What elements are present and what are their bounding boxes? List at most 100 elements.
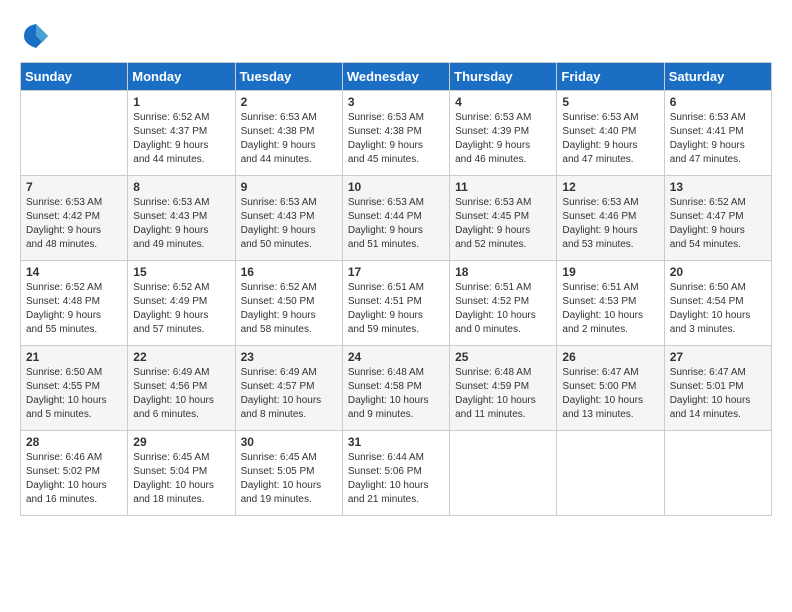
calendar-cell bbox=[557, 431, 664, 516]
day-number: 3 bbox=[348, 95, 444, 109]
logo bbox=[20, 20, 56, 52]
day-number: 31 bbox=[348, 435, 444, 449]
day-info: Sunrise: 6:51 AMSunset: 4:53 PMDaylight:… bbox=[562, 281, 658, 337]
day-info: Sunrise: 6:49 AMSunset: 4:57 PMDaylight:… bbox=[241, 366, 337, 422]
day-number: 27 bbox=[670, 350, 766, 364]
day-number: 6 bbox=[670, 95, 766, 109]
day-number: 12 bbox=[562, 180, 658, 194]
day-number: 8 bbox=[133, 180, 229, 194]
day-info: Sunrise: 6:53 AMSunset: 4:39 PMDaylight:… bbox=[455, 111, 551, 167]
day-number: 2 bbox=[241, 95, 337, 109]
calendar-cell: 6 Sunrise: 6:53 AMSunset: 4:41 PMDaylight… bbox=[664, 91, 771, 176]
page-header bbox=[20, 20, 772, 52]
day-info: Sunrise: 6:46 AMSunset: 5:02 PMDaylight:… bbox=[26, 451, 122, 507]
calendar-cell: 9 Sunrise: 6:53 AMSunset: 4:43 PMDaylight… bbox=[235, 176, 342, 261]
calendar-cell: 10 Sunrise: 6:53 AMSunset: 4:44 PMDayligh… bbox=[342, 176, 449, 261]
day-info: Sunrise: 6:48 AMSunset: 4:59 PMDaylight:… bbox=[455, 366, 551, 422]
day-number: 14 bbox=[26, 265, 122, 279]
day-info: Sunrise: 6:53 AMSunset: 4:38 PMDaylight:… bbox=[241, 111, 337, 167]
week-row-1: 1Sunrise: 6:52 AMSunset: 4:37 PMDaylight… bbox=[21, 91, 772, 176]
day-number: 26 bbox=[562, 350, 658, 364]
day-number: 19 bbox=[562, 265, 658, 279]
calendar-cell: 1Sunrise: 6:52 AMSunset: 4:37 PMDaylight… bbox=[128, 91, 235, 176]
calendar-cell: 5 Sunrise: 6:53 AMSunset: 4:40 PMDaylight… bbox=[557, 91, 664, 176]
day-number: 18 bbox=[455, 265, 551, 279]
calendar-cell: 14 Sunrise: 6:52 AMSunset: 4:48 PMDayligh… bbox=[21, 261, 128, 346]
calendar-cell: 15 Sunrise: 6:52 AMSunset: 4:49 PMDayligh… bbox=[128, 261, 235, 346]
day-info: Sunrise: 6:52 AMSunset: 4:48 PMDaylight:… bbox=[26, 281, 122, 337]
calendar-cell: 4 Sunrise: 6:53 AMSunset: 4:39 PMDaylight… bbox=[450, 91, 557, 176]
weekday-header-tuesday: Tuesday bbox=[235, 63, 342, 91]
week-row-4: 21 Sunrise: 6:50 AMSunset: 4:55 PMDayligh… bbox=[21, 346, 772, 431]
calendar-cell: 3Sunrise: 6:53 AMSunset: 4:38 PMDaylight… bbox=[342, 91, 449, 176]
day-info: Sunrise: 6:52 AMSunset: 4:37 PMDaylight:… bbox=[133, 111, 229, 167]
weekday-header-monday: Monday bbox=[128, 63, 235, 91]
day-info: Sunrise: 6:52 AMSunset: 4:49 PMDaylight:… bbox=[133, 281, 229, 337]
calendar-cell: 31 Sunrise: 6:44 AMSunset: 5:06 PMDayligh… bbox=[342, 431, 449, 516]
calendar-cell bbox=[21, 91, 128, 176]
calendar-cell: 26 Sunrise: 6:47 AMSunset: 5:00 PMDayligh… bbox=[557, 346, 664, 431]
day-info: Sunrise: 6:47 AMSunset: 5:00 PMDaylight:… bbox=[562, 366, 658, 422]
calendar-table: SundayMondayTuesdayWednesdayThursdayFrid… bbox=[20, 62, 772, 516]
day-number: 30 bbox=[241, 435, 337, 449]
day-number: 16 bbox=[241, 265, 337, 279]
calendar-cell: 24Sunrise: 6:48 AMSunset: 4:58 PMDayligh… bbox=[342, 346, 449, 431]
day-number: 22 bbox=[133, 350, 229, 364]
calendar-cell bbox=[664, 431, 771, 516]
week-row-2: 7 Sunrise: 6:53 AMSunset: 4:42 PMDaylight… bbox=[21, 176, 772, 261]
day-info: Sunrise: 6:51 AMSunset: 4:51 PMDaylight:… bbox=[348, 281, 444, 337]
day-number: 23 bbox=[241, 350, 337, 364]
logo-icon bbox=[20, 20, 52, 52]
day-number: 9 bbox=[241, 180, 337, 194]
day-number: 5 bbox=[562, 95, 658, 109]
calendar-cell: 17Sunrise: 6:51 AMSunset: 4:51 PMDayligh… bbox=[342, 261, 449, 346]
weekday-header-row: SundayMondayTuesdayWednesdayThursdayFrid… bbox=[21, 63, 772, 91]
calendar-cell: 19 Sunrise: 6:51 AMSunset: 4:53 PMDayligh… bbox=[557, 261, 664, 346]
day-info: Sunrise: 6:53 AMSunset: 4:41 PMDaylight:… bbox=[670, 111, 766, 167]
day-info: Sunrise: 6:45 AMSunset: 5:05 PMDaylight:… bbox=[241, 451, 337, 507]
day-number: 11 bbox=[455, 180, 551, 194]
day-info: Sunrise: 6:50 AMSunset: 4:54 PMDaylight:… bbox=[670, 281, 766, 337]
calendar-cell: 20 Sunrise: 6:50 AMSunset: 4:54 PMDayligh… bbox=[664, 261, 771, 346]
calendar-cell: 18 Sunrise: 6:51 AMSunset: 4:52 PMDayligh… bbox=[450, 261, 557, 346]
weekday-header-sunday: Sunday bbox=[21, 63, 128, 91]
day-info: Sunrise: 6:53 AMSunset: 4:42 PMDaylight:… bbox=[26, 196, 122, 252]
calendar-cell: 13 Sunrise: 6:52 AMSunset: 4:47 PMDayligh… bbox=[664, 176, 771, 261]
day-info: Sunrise: 6:53 AMSunset: 4:46 PMDaylight:… bbox=[562, 196, 658, 252]
calendar-cell bbox=[450, 431, 557, 516]
day-info: Sunrise: 6:49 AMSunset: 4:56 PMDaylight:… bbox=[133, 366, 229, 422]
weekday-header-friday: Friday bbox=[557, 63, 664, 91]
day-info: Sunrise: 6:50 AMSunset: 4:55 PMDaylight:… bbox=[26, 366, 122, 422]
day-number: 28 bbox=[26, 435, 122, 449]
week-row-3: 14 Sunrise: 6:52 AMSunset: 4:48 PMDayligh… bbox=[21, 261, 772, 346]
calendar-cell: 8Sunrise: 6:53 AMSunset: 4:43 PMDaylight… bbox=[128, 176, 235, 261]
day-number: 7 bbox=[26, 180, 122, 194]
calendar-cell: 12 Sunrise: 6:53 AMSunset: 4:46 PMDayligh… bbox=[557, 176, 664, 261]
day-info: Sunrise: 6:52 AMSunset: 4:50 PMDaylight:… bbox=[241, 281, 337, 337]
calendar-cell: 23 Sunrise: 6:49 AMSunset: 4:57 PMDayligh… bbox=[235, 346, 342, 431]
day-info: Sunrise: 6:51 AMSunset: 4:52 PMDaylight:… bbox=[455, 281, 551, 337]
day-info: Sunrise: 6:53 AMSunset: 4:44 PMDaylight:… bbox=[348, 196, 444, 252]
day-info: Sunrise: 6:52 AMSunset: 4:47 PMDaylight:… bbox=[670, 196, 766, 252]
calendar-cell: 22 Sunrise: 6:49 AMSunset: 4:56 PMDayligh… bbox=[128, 346, 235, 431]
day-number: 13 bbox=[670, 180, 766, 194]
day-info: Sunrise: 6:53 AMSunset: 4:40 PMDaylight:… bbox=[562, 111, 658, 167]
day-number: 20 bbox=[670, 265, 766, 279]
week-row-5: 28 Sunrise: 6:46 AMSunset: 5:02 PMDayligh… bbox=[21, 431, 772, 516]
weekday-header-thursday: Thursday bbox=[450, 63, 557, 91]
day-number: 4 bbox=[455, 95, 551, 109]
day-info: Sunrise: 6:53 AMSunset: 4:43 PMDaylight:… bbox=[241, 196, 337, 252]
day-info: Sunrise: 6:53 AMSunset: 4:45 PMDaylight:… bbox=[455, 196, 551, 252]
calendar-cell: 27Sunrise: 6:47 AMSunset: 5:01 PMDayligh… bbox=[664, 346, 771, 431]
calendar-cell: 30 Sunrise: 6:45 AMSunset: 5:05 PMDayligh… bbox=[235, 431, 342, 516]
calendar-cell: 29Sunrise: 6:45 AMSunset: 5:04 PMDayligh… bbox=[128, 431, 235, 516]
day-number: 15 bbox=[133, 265, 229, 279]
calendar-body: 1Sunrise: 6:52 AMSunset: 4:37 PMDaylight… bbox=[21, 91, 772, 516]
day-info: Sunrise: 6:44 AMSunset: 5:06 PMDaylight:… bbox=[348, 451, 444, 507]
calendar-header: SundayMondayTuesdayWednesdayThursdayFrid… bbox=[21, 63, 772, 91]
calendar-cell: 7 Sunrise: 6:53 AMSunset: 4:42 PMDaylight… bbox=[21, 176, 128, 261]
day-number: 10 bbox=[348, 180, 444, 194]
day-number: 21 bbox=[26, 350, 122, 364]
calendar-cell: 2 Sunrise: 6:53 AMSunset: 4:38 PMDaylight… bbox=[235, 91, 342, 176]
day-info: Sunrise: 6:48 AMSunset: 4:58 PMDaylight:… bbox=[348, 366, 444, 422]
